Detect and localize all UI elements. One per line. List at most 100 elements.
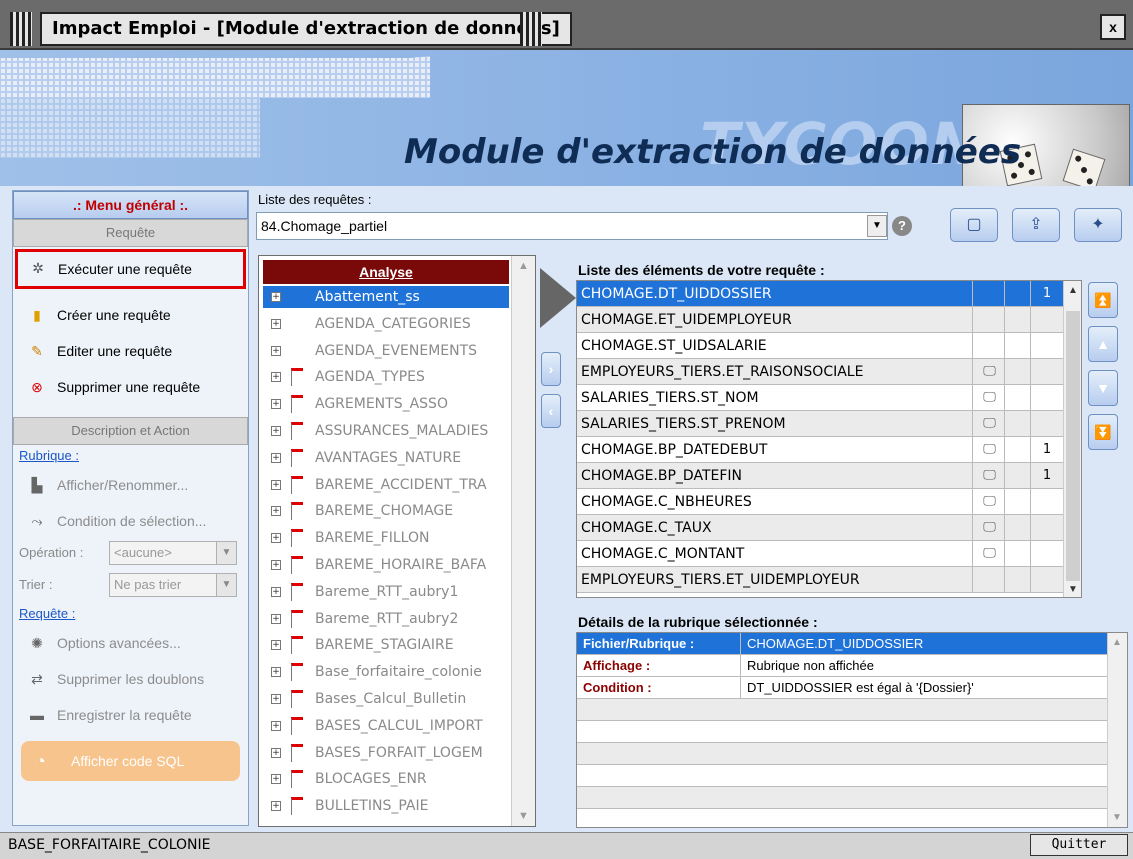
scroll-down-icon[interactable]: ▼ — [1112, 812, 1122, 823]
tree-item[interactable]: + BASES_CALCUL_IMPORT — [263, 715, 509, 737]
condition-cell[interactable] — [1005, 385, 1031, 411]
condition-cell[interactable] — [1005, 281, 1031, 307]
sort-select[interactable]: Ne pas trier ▼ — [109, 573, 237, 597]
move-bottom-button[interactable]: ⏬ — [1088, 414, 1118, 450]
export-button[interactable]: ⇪ — [1012, 208, 1060, 242]
remove-field-button[interactable]: ‹ — [541, 394, 561, 428]
grid-scrollbar[interactable]: ▲ ▼ — [1063, 281, 1081, 597]
expand-icon[interactable]: + — [271, 372, 281, 383]
tree-item[interactable]: + BAREME_HORAIRE_BAFA — [263, 554, 509, 576]
tree-item[interactable]: + AVANTAGES_NATURE — [263, 447, 509, 469]
table-row[interactable]: SALARIES_TIERS.ST_NOM 🖵 — [577, 385, 1063, 411]
display-cell[interactable]: 🖵 — [975, 385, 1005, 411]
display-cell[interactable]: 🖵 — [975, 437, 1005, 463]
requete-link[interactable]: Requête : — [13, 603, 248, 625]
tree-item[interactable]: + Abattement_ss — [263, 286, 509, 308]
details-scrollbar[interactable]: ▲ ▼ — [1107, 633, 1127, 827]
table-row[interactable]: CHOMAGE.C_MONTANT 🖵 — [577, 541, 1063, 567]
display-cell[interactable] — [975, 333, 1005, 359]
scroll-down-icon[interactable]: ▼ — [1068, 584, 1078, 595]
quit-button[interactable]: Quitter — [1030, 834, 1128, 856]
edit-request-button[interactable]: ✎ Editer une requête — [13, 333, 248, 369]
import-button[interactable]: ✦ — [1074, 208, 1122, 242]
tree-item[interactable]: + BASES_FORFAIT_LOGEM — [263, 742, 509, 764]
tree-item[interactable]: + BULLETINS_PAIE — [263, 795, 509, 817]
sort-order-cell[interactable] — [1031, 307, 1063, 333]
tree-item[interactable]: + BAREME_FILLON — [263, 527, 509, 549]
tree-item[interactable]: + AGREMENTS_ASSO — [263, 393, 509, 415]
expand-icon[interactable]: + — [271, 667, 281, 678]
expand-icon[interactable]: + — [271, 426, 281, 436]
scroll-thumb[interactable] — [1066, 311, 1080, 581]
show-sql-button[interactable]: ◔ Afficher code SQL — [21, 741, 240, 781]
help-icon[interactable]: ? — [892, 216, 912, 236]
expand-icon[interactable]: + — [271, 720, 281, 731]
expand-icon[interactable]: + — [271, 747, 281, 758]
table-row[interactable]: CHOMAGE.ST_UIDSALARIE — [577, 333, 1063, 359]
add-field-button[interactable]: › — [541, 352, 561, 386]
table-row[interactable]: SALARIES_TIERS.ST_PRENOM 🖵 — [577, 411, 1063, 437]
display-cell[interactable] — [975, 281, 1005, 307]
expand-icon[interactable]: + — [271, 694, 281, 704]
scroll-up-icon[interactable]: ▲ — [1112, 637, 1122, 648]
condition-cell[interactable] — [1005, 411, 1031, 437]
scroll-up-icon[interactable]: ▲ — [518, 260, 529, 272]
expand-icon[interactable]: + — [271, 345, 281, 356]
expand-icon[interactable]: + — [271, 586, 281, 597]
condition-cell[interactable] — [1005, 567, 1031, 593]
expand-icon[interactable]: + — [271, 801, 281, 812]
sort-order-cell[interactable] — [1031, 411, 1063, 437]
sort-order-cell[interactable] — [1031, 359, 1063, 385]
display-cell[interactable]: 🖵 — [975, 359, 1005, 385]
display-cell[interactable]: 🖵 — [975, 515, 1005, 541]
table-row[interactable]: CHOMAGE.ET_UIDEMPLOYEUR — [577, 307, 1063, 333]
table-row[interactable]: EMPLOYEURS_TIERS.ET_UIDEMPLOYEUR — [577, 567, 1063, 593]
display-cell[interactable]: 🖵 — [975, 411, 1005, 437]
condition-button[interactable]: ⤳ Condition de sélection... — [13, 503, 248, 539]
display-cell[interactable] — [975, 307, 1005, 333]
table-row[interactable]: CHOMAGE.C_TAUX 🖵 — [577, 515, 1063, 541]
sort-order-cell[interactable] — [1031, 385, 1063, 411]
dedupe-button[interactable]: ⇄ Supprimer les doublons — [13, 661, 248, 697]
operation-select[interactable]: <aucune> ▼ — [109, 541, 237, 565]
expand-icon[interactable]: + — [271, 506, 281, 517]
expand-icon[interactable]: + — [271, 533, 281, 544]
condition-cell[interactable] — [1005, 541, 1031, 567]
tree-item[interactable]: + Base_forfaitaire_colonie — [263, 661, 509, 683]
create-request-button[interactable]: ▮ Créer une requête — [13, 297, 248, 333]
tree-item[interactable]: + AGENDA_TYPES — [263, 366, 509, 388]
tree-item[interactable]: + BAREME_ACCIDENT_TRA — [263, 474, 509, 496]
scroll-down-icon[interactable]: ▼ — [518, 810, 529, 822]
sort-order-cell[interactable] — [1031, 333, 1063, 359]
sort-order-cell[interactable] — [1031, 541, 1063, 567]
condition-cell[interactable] — [1005, 489, 1031, 515]
close-button[interactable]: x — [1100, 14, 1126, 40]
condition-cell[interactable] — [1005, 515, 1031, 541]
delete-request-button[interactable]: ⊗ Supprimer une requête — [13, 369, 248, 405]
move-top-button[interactable]: ⏫ — [1088, 282, 1118, 318]
sort-order-cell[interactable] — [1031, 567, 1063, 593]
tree-item[interactable]: + ASSURANCES_MALADIES — [263, 420, 509, 442]
expand-icon[interactable]: + — [271, 452, 281, 463]
expand-icon[interactable]: + — [271, 292, 281, 302]
tree-scrollbar[interactable]: ▲ ▼ — [511, 256, 535, 826]
rubrique-link[interactable]: Rubrique : — [13, 445, 248, 467]
rename-button[interactable]: ▙ Afficher/Renommer... — [13, 467, 248, 503]
scroll-up-icon[interactable]: ▲ — [1068, 285, 1078, 296]
table-row[interactable]: EMPLOYEURS_TIERS.ET_RAISONSOCIALE 🖵 — [577, 359, 1063, 385]
display-cell[interactable] — [975, 567, 1005, 593]
expand-icon[interactable]: + — [271, 774, 281, 785]
new-document-button[interactable]: ▢ — [950, 208, 998, 242]
sort-order-cell[interactable]: 1 — [1031, 281, 1063, 307]
table-row[interactable]: CHOMAGE.C_NBHEURES 🖵 — [577, 489, 1063, 515]
expand-icon[interactable]: + — [271, 640, 281, 651]
condition-cell[interactable] — [1005, 307, 1031, 333]
display-cell[interactable]: 🖵 — [975, 541, 1005, 567]
condition-cell[interactable] — [1005, 333, 1031, 359]
table-row[interactable]: CHOMAGE.DT_UIDDOSSIER 1 — [577, 281, 1063, 307]
expand-icon[interactable]: + — [271, 318, 281, 329]
expand-icon[interactable]: + — [271, 613, 281, 624]
sort-order-cell[interactable]: 1 — [1031, 463, 1063, 489]
display-cell[interactable]: 🖵 — [975, 463, 1005, 489]
advanced-options-button[interactable]: ✺ Options avancées... — [13, 625, 248, 661]
